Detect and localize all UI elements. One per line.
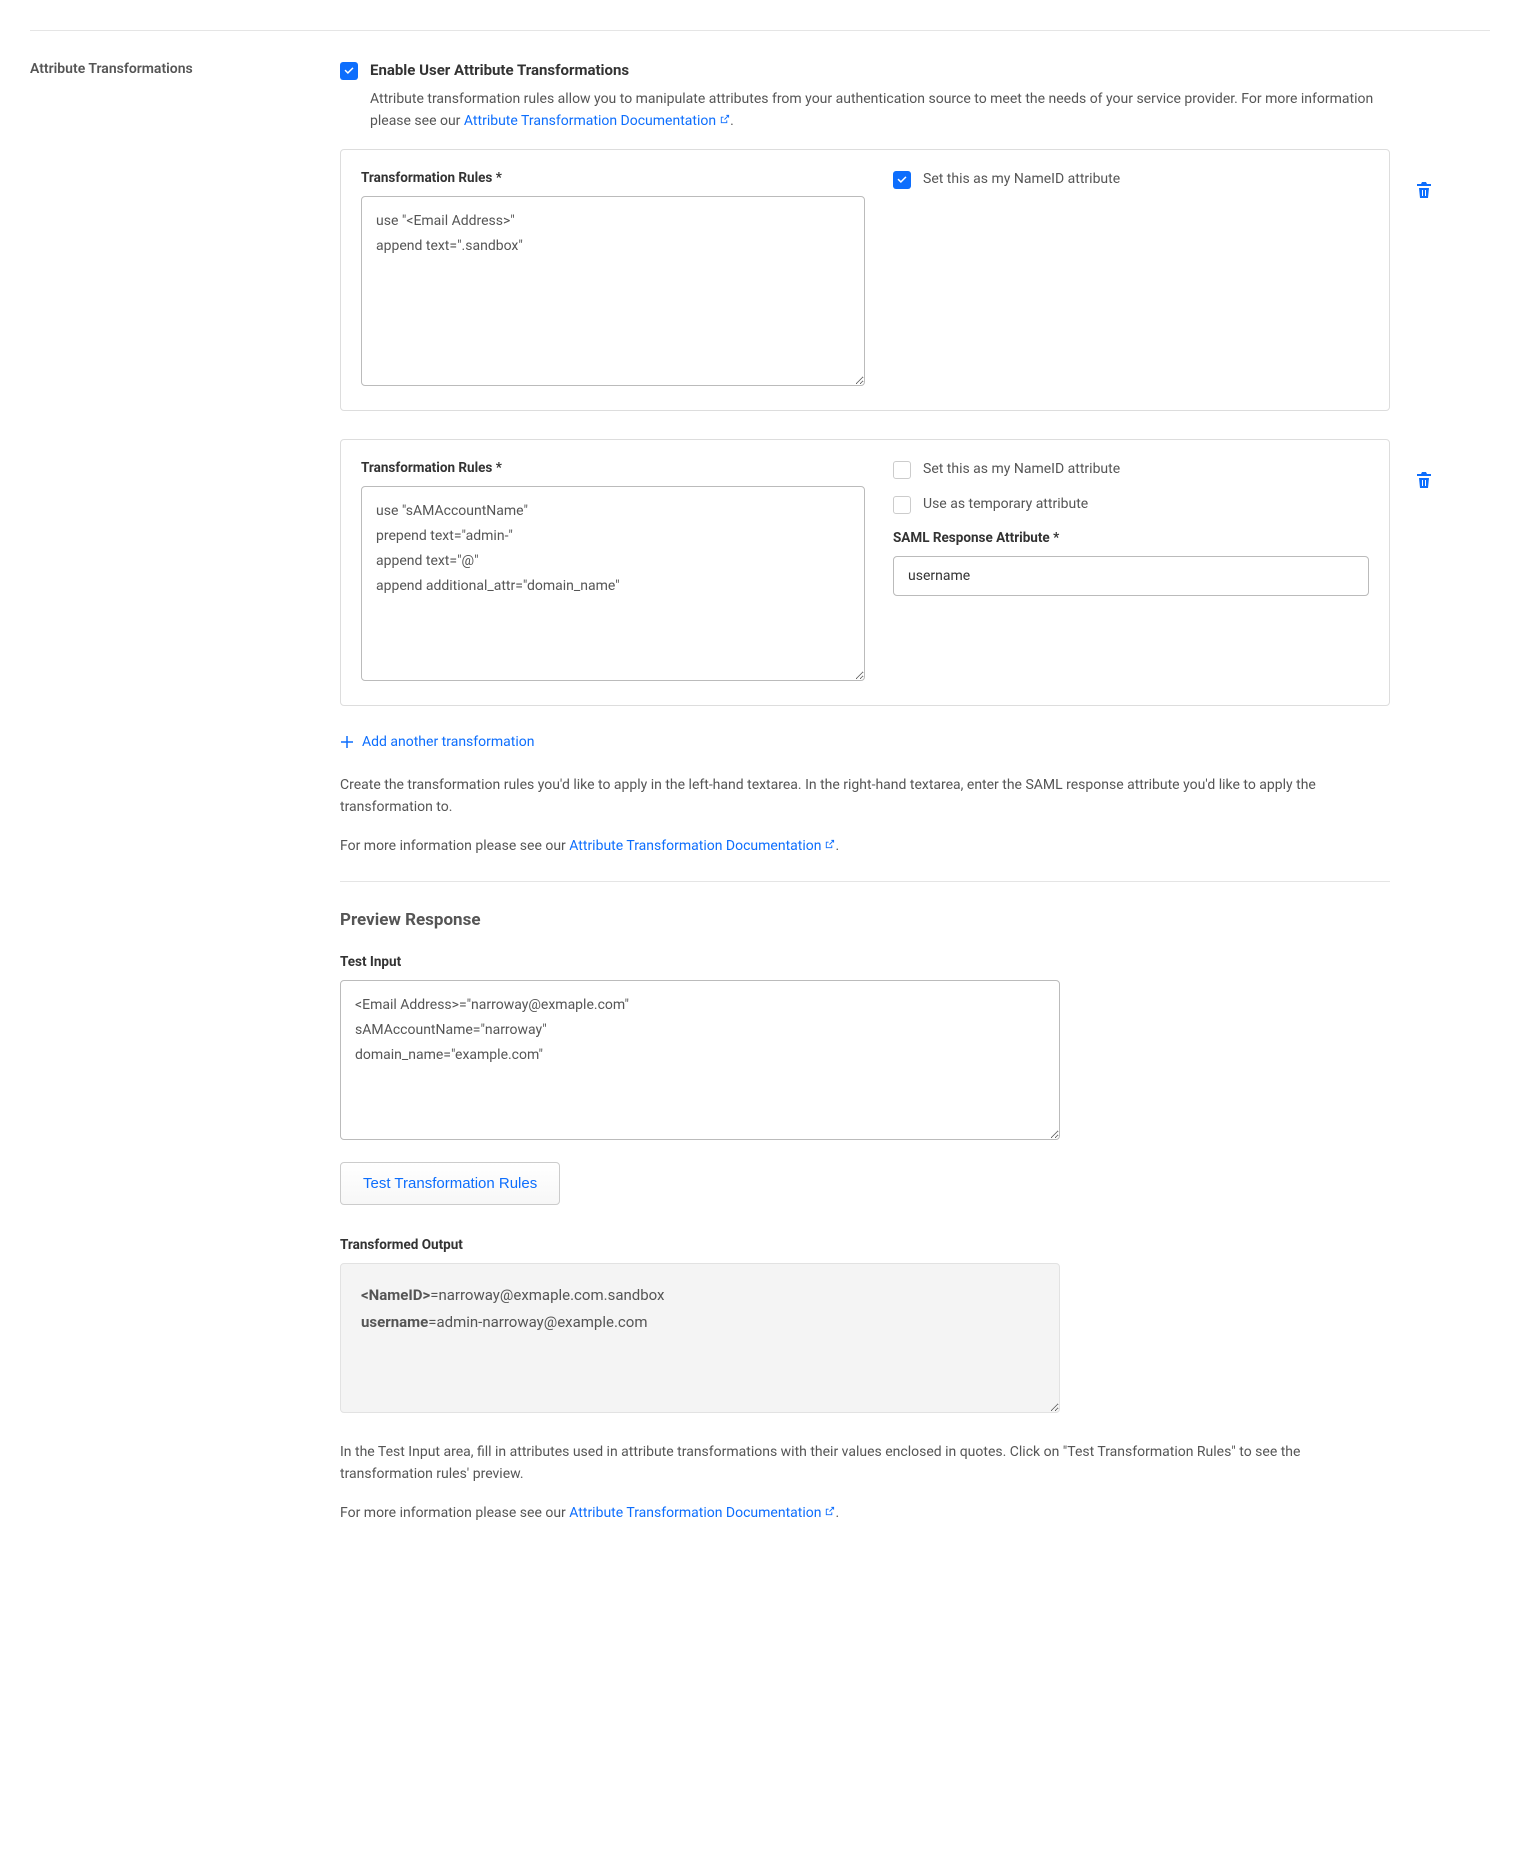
transformed-output: <NameID>=narroway@exmaple.com.sandbox us… bbox=[340, 1263, 1060, 1413]
response-attr-input[interactable] bbox=[893, 556, 1369, 596]
response-attr-label: SAML Response Attribute * bbox=[893, 530, 1369, 546]
nameid-label: Set this as my NameID attribute bbox=[923, 171, 1120, 187]
preview-more: For more information please see our Attr… bbox=[340, 1502, 1390, 1524]
instructions-more: For more information please see our Attr… bbox=[340, 835, 1390, 857]
section-title: Attribute Transformations bbox=[30, 61, 340, 1540]
rules-label: Transformation Rules * bbox=[361, 170, 865, 186]
temp-attr-checkbox[interactable] bbox=[893, 496, 911, 514]
nameid-checkbox[interactable] bbox=[893, 171, 911, 189]
doc-link[interactable]: Attribute Transformation Documentation bbox=[569, 1505, 835, 1521]
check-icon bbox=[343, 65, 355, 77]
transformation-rules-textarea[interactable] bbox=[361, 486, 865, 681]
enable-description: Attribute transformation rules allow you… bbox=[370, 88, 1390, 133]
test-input-label: Test Input bbox=[340, 954, 1390, 970]
test-transformation-button[interactable]: Test Transformation Rules bbox=[340, 1162, 560, 1205]
preview-help-text: In the Test Input area, fill in attribut… bbox=[340, 1441, 1390, 1486]
transformation-rules-textarea[interactable] bbox=[361, 196, 865, 386]
divider bbox=[340, 881, 1390, 882]
transformation-rule-card: Transformation Rules * Set this as my Na… bbox=[340, 149, 1390, 411]
external-link-icon bbox=[719, 114, 730, 125]
nameid-checkbox[interactable] bbox=[893, 461, 911, 479]
test-input-textarea[interactable] bbox=[340, 980, 1060, 1140]
doc-link[interactable]: Attribute Transformation Documentation bbox=[569, 838, 835, 854]
delete-rule-button[interactable] bbox=[1416, 181, 1432, 203]
output-label: Transformed Output bbox=[340, 1237, 1390, 1253]
external-link-icon bbox=[824, 1506, 835, 1517]
transformation-rule-card: Transformation Rules * Set this as my Na… bbox=[340, 439, 1390, 706]
enable-transformations-label: Enable User Attribute Transformations bbox=[370, 61, 629, 79]
check-icon bbox=[896, 174, 908, 186]
external-link-icon bbox=[824, 839, 835, 850]
rules-label: Transformation Rules * bbox=[361, 460, 865, 476]
trash-icon bbox=[1416, 471, 1432, 489]
plus-icon bbox=[340, 735, 354, 749]
doc-link[interactable]: Attribute Transformation Documentation bbox=[464, 113, 730, 129]
add-transformation-button[interactable]: Add another transformation bbox=[340, 734, 534, 750]
preview-heading: Preview Response bbox=[340, 910, 1390, 930]
delete-rule-button[interactable] bbox=[1416, 471, 1432, 493]
enable-transformations-checkbox[interactable] bbox=[340, 62, 358, 80]
trash-icon bbox=[1416, 181, 1432, 199]
nameid-label: Set this as my NameID attribute bbox=[923, 461, 1120, 477]
temp-attr-label: Use as temporary attribute bbox=[923, 496, 1088, 512]
instructions-text: Create the transformation rules you'd li… bbox=[340, 774, 1390, 819]
